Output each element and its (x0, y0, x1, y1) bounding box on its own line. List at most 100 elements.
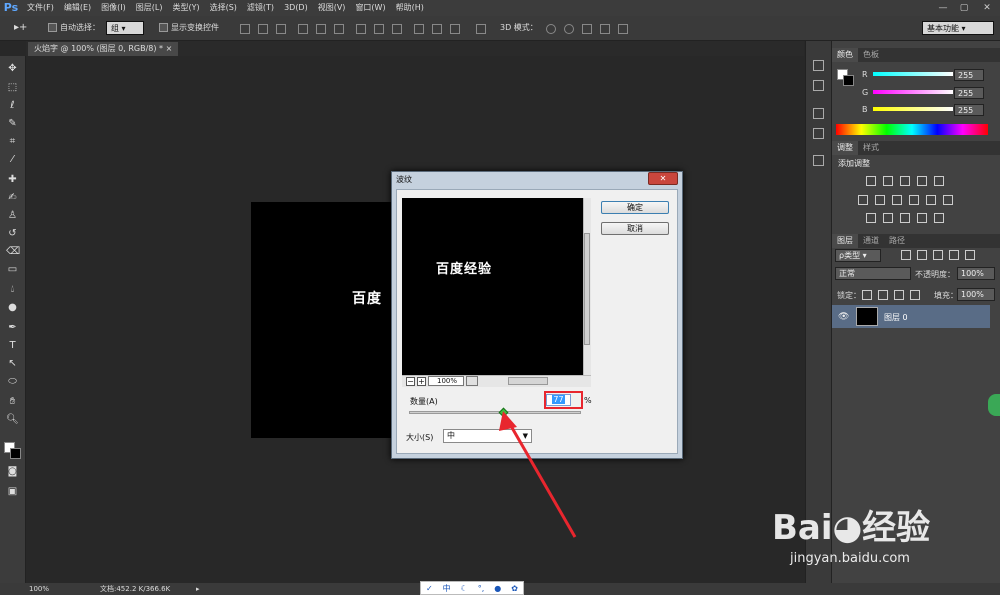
filter-shape-icon[interactable] (949, 250, 959, 260)
channel-b-slider[interactable] (873, 107, 953, 111)
lock-all-icon[interactable] (910, 290, 920, 300)
vibrance-icon[interactable] (934, 176, 944, 186)
move-tool-icon[interactable]: ✥ (6, 62, 19, 75)
dodge-tool-icon[interactable]: ● (6, 301, 19, 314)
tab-swatches[interactable]: 色板 (858, 48, 884, 62)
eraser-tool-icon[interactable]: ⌫ (6, 245, 20, 258)
channel-mixer-icon[interactable] (926, 195, 936, 205)
menu-window[interactable]: 窗口(W) (350, 0, 390, 16)
selective-color-icon[interactable] (934, 213, 944, 223)
menu-file[interactable]: 文件(F) (22, 0, 59, 16)
menu-view[interactable]: 视图(V) (313, 0, 351, 16)
ime-moon-icon[interactable]: ☾ (461, 584, 468, 593)
lock-pixels-icon[interactable] (878, 290, 888, 300)
distribute-top-icon[interactable] (356, 24, 366, 34)
ime-user-icon[interactable]: ● (494, 584, 501, 593)
blend-mode-dropdown[interactable]: 正常 (835, 267, 911, 280)
quick-select-tool-icon[interactable]: ✎ (6, 117, 19, 130)
gradient-tool-icon[interactable]: ▭ (6, 263, 19, 276)
status-menu-arrow-icon[interactable]: ▸ (196, 583, 200, 595)
distribute-vcenter-icon[interactable] (374, 24, 384, 34)
background-color-swatch[interactable] (10, 448, 21, 459)
tab-layers[interactable]: 图层 (832, 234, 858, 248)
preview-zoom-dropdown[interactable] (466, 376, 478, 386)
layer-filter-dropdown[interactable]: ρ类型 ▾ (835, 249, 881, 262)
3d-pan-icon[interactable] (582, 24, 592, 34)
channel-g-slider[interactable] (873, 90, 953, 94)
tab-adjustments[interactable]: 调整 (832, 141, 858, 155)
3d-roll-icon[interactable] (564, 24, 574, 34)
photo-filter-icon[interactable] (909, 195, 919, 205)
brightness-icon[interactable] (866, 176, 876, 186)
channel-b-value[interactable]: 255 (954, 104, 984, 116)
filter-smart-icon[interactable] (965, 250, 975, 260)
filter-type-icon[interactable] (933, 250, 943, 260)
properties-icon[interactable] (813, 108, 824, 119)
color-spectrum-ramp[interactable] (836, 124, 988, 135)
zoom-in-button[interactable]: + (417, 377, 426, 386)
auto-align-icon[interactable] (476, 24, 486, 34)
quick-mask-icon[interactable]: ◙ (6, 465, 19, 478)
lock-position-icon[interactable] (894, 290, 904, 300)
menu-filter[interactable]: 滤镜(T) (242, 0, 279, 16)
3d-scale-icon[interactable] (618, 24, 628, 34)
invert-icon[interactable] (866, 213, 876, 223)
zoom-out-button[interactable]: − (406, 377, 415, 386)
posterize-icon[interactable] (883, 213, 893, 223)
filter-preview[interactable] (402, 198, 583, 375)
maximize-button[interactable]: ▢ (955, 0, 973, 16)
menu-select[interactable]: 选择(S) (205, 0, 242, 16)
tab-styles[interactable]: 样式 (858, 141, 884, 155)
channel-g-value[interactable]: 255 (954, 87, 984, 99)
black-white-icon[interactable] (892, 195, 902, 205)
eyedropper-tool-icon[interactable]: ⁄ (6, 153, 19, 166)
opacity-field[interactable]: 100% (957, 267, 995, 280)
dialog-close-button[interactable]: ✕ (648, 172, 678, 185)
history-brush-tool-icon[interactable]: ↺ (6, 227, 19, 240)
ime-settings-icon[interactable]: ✿ (511, 584, 518, 593)
exposure-icon[interactable] (917, 176, 927, 186)
menu-3d[interactable]: 3D(D) (279, 0, 313, 16)
menu-edit[interactable]: 编辑(E) (59, 0, 96, 16)
filter-adjustment-icon[interactable] (917, 250, 927, 260)
menu-help[interactable]: 帮助(H) (391, 0, 429, 16)
close-window-button[interactable]: ✕ (978, 0, 996, 16)
ime-logo-icon[interactable]: ✓ (426, 584, 433, 593)
lock-transparent-icon[interactable] (862, 290, 872, 300)
ok-button[interactable]: 确定 (601, 201, 669, 214)
lasso-tool-icon[interactable]: ℓ (6, 99, 19, 112)
layer-visibility-eye-icon[interactable]: 👁︎ (838, 312, 849, 322)
auto-select-dropdown[interactable]: 组 ▾ (106, 21, 144, 35)
tab-paths[interactable]: 路径 (884, 234, 910, 248)
brush-tool-icon[interactable]: ✍ (6, 191, 19, 204)
threshold-icon[interactable] (900, 213, 910, 223)
tab-color[interactable]: 颜色 (832, 48, 858, 62)
stamp-tool-icon[interactable]: ♙ (6, 209, 19, 222)
move-tool-icon[interactable]: ▸+ (14, 21, 27, 35)
tab-channels[interactable]: 通道 (858, 234, 884, 248)
document-tab[interactable]: 火焰字 @ 100% (图层 0, RGB/8) * × (28, 42, 179, 56)
gradient-map-icon[interactable] (917, 213, 927, 223)
history-icon[interactable] (813, 60, 824, 71)
distribute-hcenter-icon[interactable] (432, 24, 442, 34)
pen-tool-icon[interactable]: ✒ (6, 321, 19, 334)
auto-select-checkbox[interactable]: 自动选择： (48, 21, 100, 35)
align-bottom-icon[interactable] (276, 24, 286, 34)
close-tab-icon[interactable]: × (166, 44, 173, 53)
shape-tool-icon[interactable]: ⬭ (6, 375, 19, 388)
levels-icon[interactable] (883, 176, 893, 186)
canvas[interactable] (251, 202, 397, 438)
show-transform-checkbox[interactable]: 显示变换控件 (159, 21, 219, 35)
crop-tool-icon[interactable]: ⌗ (6, 135, 19, 148)
minimize-button[interactable]: — (934, 0, 952, 16)
zoom-tool-icon[interactable]: 🔍︎ (6, 413, 19, 426)
path-select-tool-icon[interactable]: ↖ (6, 357, 19, 370)
actions-icon[interactable] (813, 80, 824, 91)
channel-r-slider[interactable] (873, 72, 953, 76)
marquee-tool-icon[interactable]: ⬚ (6, 81, 19, 94)
menu-layer[interactable]: 图层(L) (131, 0, 168, 16)
align-hcenter-icon[interactable] (316, 24, 326, 34)
hand-tool-icon[interactable]: ✋︎ (6, 395, 19, 408)
fill-field[interactable]: 100% (957, 288, 995, 301)
align-left-icon[interactable] (298, 24, 308, 34)
